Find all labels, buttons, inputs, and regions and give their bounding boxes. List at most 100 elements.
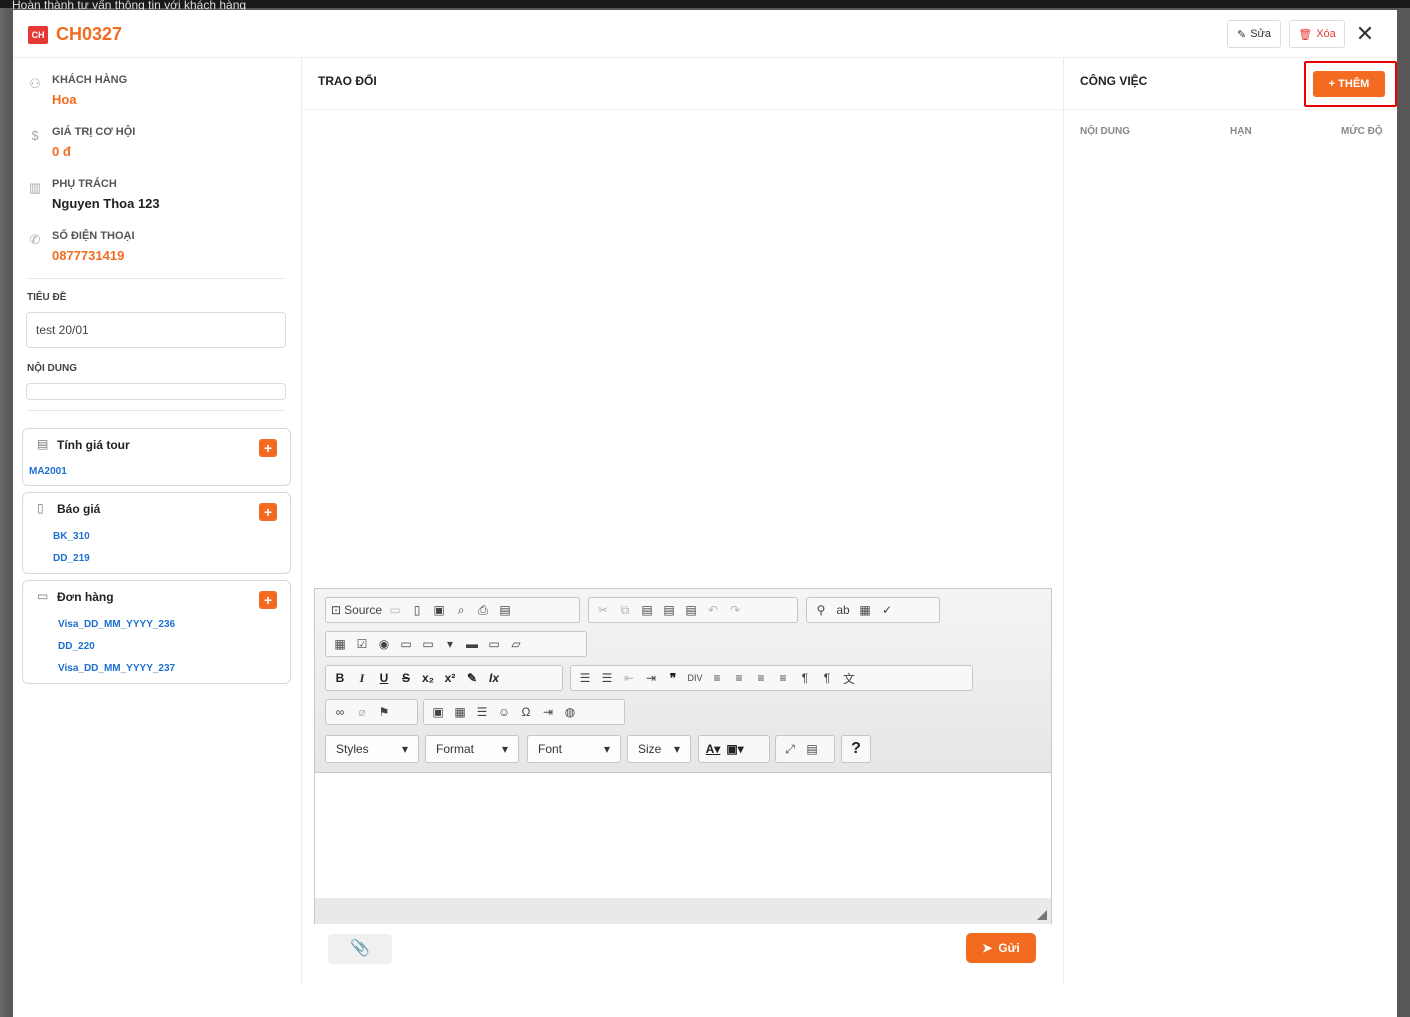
language-icon[interactable]: 文 (838, 667, 860, 689)
format-painter-icon[interactable]: ✎ (461, 667, 483, 689)
checkbox-icon[interactable]: ☑ (351, 633, 373, 655)
bulleted-list-icon[interactable]: ☰ (596, 667, 618, 689)
customer-value: Hoa (52, 92, 77, 107)
italic-icon[interactable]: I (351, 667, 373, 689)
add-quote-button[interactable]: + (259, 503, 277, 521)
preview-icon[interactable]: ⌕ (450, 599, 472, 621)
div-icon[interactable]: DIV (684, 667, 706, 689)
numbered-list-icon[interactable]: ☰ (574, 667, 596, 689)
blockquote-icon[interactable]: ❞ (662, 667, 684, 689)
source-button[interactable]: ⊡ Source (329, 599, 384, 621)
add-tour-pricing-button[interactable]: + (259, 439, 277, 457)
text-color-icon[interactable]: A▾ (702, 738, 724, 760)
content-input[interactable] (26, 383, 286, 400)
tasks-panel: CÔNG VIỆC + THÊM NỘI DUNG HẠN MỨC ĐỘ (1064, 58, 1397, 984)
order-link[interactable]: DD_220 (58, 641, 95, 652)
unlink-icon[interactable]: ⌀ (351, 701, 373, 723)
image-button-icon[interactable]: ▭ (483, 633, 505, 655)
user-icon: ⚇ (29, 76, 41, 91)
send-button[interactable]: ➤ Gửi (966, 933, 1036, 963)
styles-dropdown[interactable]: Styles ▾ (325, 735, 419, 763)
form-icon[interactable]: ▦ (329, 633, 351, 655)
replace-icon[interactable]: ab (832, 599, 854, 621)
superscript-icon[interactable]: x² (439, 667, 461, 689)
undo-icon[interactable]: ↶ (702, 599, 724, 621)
value-label: GIÁ TRỊ CƠ HỘI (52, 126, 136, 138)
title-label: TIÊU ĐỀ (27, 292, 67, 303)
paste-word-icon[interactable]: ▤ (680, 599, 702, 621)
strike-icon[interactable]: S (395, 667, 417, 689)
align-left-icon[interactable]: ≡ (706, 667, 728, 689)
code-badge: CH (28, 26, 48, 44)
select-icon[interactable]: ▾ (439, 633, 461, 655)
pdf-icon[interactable]: ▣ (428, 599, 450, 621)
attach-button[interactable]: 📎 (328, 934, 392, 964)
special-char-icon[interactable]: Ω (515, 701, 537, 723)
bg-color-icon[interactable]: ▣▾ (724, 738, 746, 760)
order-link[interactable]: Visa_DD_MM_YYYY_237 (58, 663, 175, 674)
underline-icon[interactable]: U (373, 667, 395, 689)
ltr-icon[interactable]: ¶ (794, 667, 816, 689)
bold-icon[interactable]: B (329, 667, 351, 689)
trash-icon: 🗑 (1298, 28, 1313, 41)
maximize-icon[interactable]: ⤢ (779, 738, 801, 760)
table-icon[interactable]: ▦ (449, 701, 471, 723)
anchor-flag-icon[interactable]: ⚑ (373, 701, 395, 723)
textfield-icon[interactable]: ▭ (395, 633, 417, 655)
copy-icon[interactable]: ⧉ (614, 599, 636, 621)
paste-text-icon[interactable]: ▤ (658, 599, 680, 621)
iframe-icon[interactable]: ◍ (559, 701, 581, 723)
save-icon[interactable]: ▭ (384, 599, 406, 621)
close-icon[interactable]: ✕ (1353, 22, 1377, 46)
title-input[interactable]: test 20/01 (26, 312, 286, 348)
justify-icon[interactable]: ≡ (772, 667, 794, 689)
new-page-icon[interactable]: ▯ (406, 599, 428, 621)
spellcheck-icon[interactable]: ✓ (876, 599, 898, 621)
font-dropdown[interactable]: Font ▾ (527, 735, 621, 763)
editor-content-area[interactable] (315, 773, 1051, 898)
horizontal-rule-icon[interactable]: ☰ (471, 701, 493, 723)
subscript-icon[interactable]: x₂ (417, 667, 439, 689)
quote-link[interactable]: BK_310 (53, 531, 90, 542)
print-icon[interactable]: ⎙ (472, 599, 494, 621)
paperclip-icon: 📎 (350, 940, 370, 957)
content-label: NỘI DUNG (27, 363, 77, 374)
cut-icon[interactable]: ✂ (592, 599, 614, 621)
paste-icon[interactable]: ▤ (636, 599, 658, 621)
format-dropdown[interactable]: Format ▾ (425, 735, 519, 763)
tour-pricing-link[interactable]: MA2001 (29, 466, 67, 477)
dollar-icon: $ (31, 128, 39, 143)
hidden-field-icon[interactable]: ▱ (505, 633, 527, 655)
smiley-icon[interactable]: ☺ (493, 701, 515, 723)
button-icon[interactable]: ▬ (461, 633, 483, 655)
customer-label: KHÁCH HÀNG (52, 74, 128, 86)
resize-handle-icon[interactable] (1037, 910, 1047, 920)
send-label: Gửi (998, 941, 1020, 955)
remove-format-icon[interactable]: Ix (483, 667, 505, 689)
radio-icon[interactable]: ◉ (373, 633, 395, 655)
delete-button[interactable]: 🗑 Xóa (1289, 20, 1345, 48)
discussion-panel: TRAO ĐỔI ⊡ Source ▭ ▯ ▣ ⌕ ⎙ ▤ ✂ ⧉ ▤ ▤ ▤ … (302, 58, 1064, 984)
owner-label: PHỤ TRÁCH (52, 178, 117, 190)
textarea-icon[interactable]: ▭ (417, 633, 439, 655)
show-blocks-icon[interactable]: ▤ (801, 738, 823, 760)
edit-button[interactable]: ✎ Sửa (1227, 20, 1281, 48)
add-order-button[interactable]: + (259, 591, 277, 609)
align-right-icon[interactable]: ≡ (750, 667, 772, 689)
link-icon[interactable]: ∞ (329, 701, 351, 723)
quote-link[interactable]: DD_219 (53, 553, 90, 564)
indent-icon[interactable]: ⇥ (640, 667, 662, 689)
insert-group: ▣ ▦ ☰ ☺ Ω ⇥ ◍ (423, 699, 625, 725)
align-center-icon[interactable]: ≡ (728, 667, 750, 689)
find-icon[interactable]: ⚲ (810, 599, 832, 621)
select-all-icon[interactable]: ▦ (854, 599, 876, 621)
redo-icon[interactable]: ↷ (724, 599, 746, 621)
image-icon[interactable]: ▣ (427, 701, 449, 723)
outdent-icon[interactable]: ⇤ (618, 667, 640, 689)
size-dropdown[interactable]: Size ▾ (627, 735, 691, 763)
page-break-icon[interactable]: ⇥ (537, 701, 559, 723)
rtl-icon[interactable]: ¶ (816, 667, 838, 689)
order-link[interactable]: Visa_DD_MM_YYYY_236 (58, 619, 175, 630)
help-button[interactable]: ? (845, 738, 867, 760)
templates-icon[interactable]: ▤ (494, 599, 516, 621)
